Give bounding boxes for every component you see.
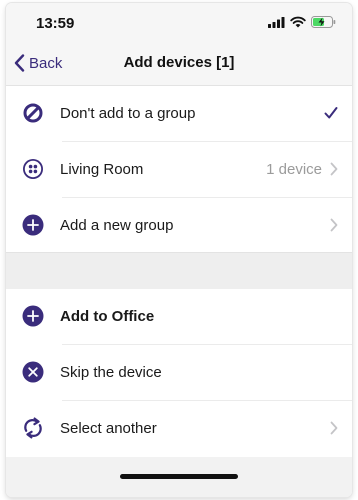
home-indicator-area (6, 457, 352, 497)
option-label: Add a new group (60, 217, 174, 234)
signal-icon (268, 16, 285, 28)
home-indicator[interactable] (120, 474, 238, 479)
wifi-icon (290, 16, 306, 28)
action-label: Skip the device (60, 364, 162, 381)
phone-screen: 13:59 Back Add devices [1] Don't add to … (6, 3, 352, 497)
option-add-new-group[interactable]: Add a new group (6, 198, 352, 254)
rotate-arrows-icon (24, 417, 42, 439)
room-dots-icon (23, 159, 43, 179)
option-label: Don't add to a group (60, 105, 196, 122)
option-living-room[interactable]: Living Room 1 device (6, 142, 352, 198)
status-bar: 13:59 (6, 3, 352, 41)
status-time: 13:59 (36, 15, 75, 32)
option-dont-add-to-group[interactable]: Don't add to a group (6, 86, 352, 142)
plus-circle-icon (22, 214, 44, 236)
chevron-right-icon (330, 162, 338, 176)
checkmark-icon (324, 107, 338, 119)
plus-circle-icon (22, 305, 44, 327)
block-icon (23, 103, 43, 123)
device-count: 1 device (266, 161, 322, 178)
chevron-right-icon (330, 218, 338, 232)
page-title: Add devices [1] (123, 54, 235, 71)
battery-charging-icon (311, 16, 336, 28)
action-skip-device[interactable]: Skip the device (6, 345, 352, 401)
chevron-right-icon (330, 421, 338, 435)
option-label: Living Room (60, 161, 144, 178)
action-label: Select another (60, 420, 157, 437)
section-gap (6, 252, 352, 290)
status-icons (268, 15, 336, 29)
navigation-bar: Back Add devices [1] (6, 41, 352, 86)
action-add-to-office[interactable]: Add to Office (6, 289, 352, 345)
action-select-another[interactable]: Select another (6, 401, 352, 457)
x-circle-icon (22, 361, 44, 383)
action-label: Add to Office (60, 308, 155, 325)
